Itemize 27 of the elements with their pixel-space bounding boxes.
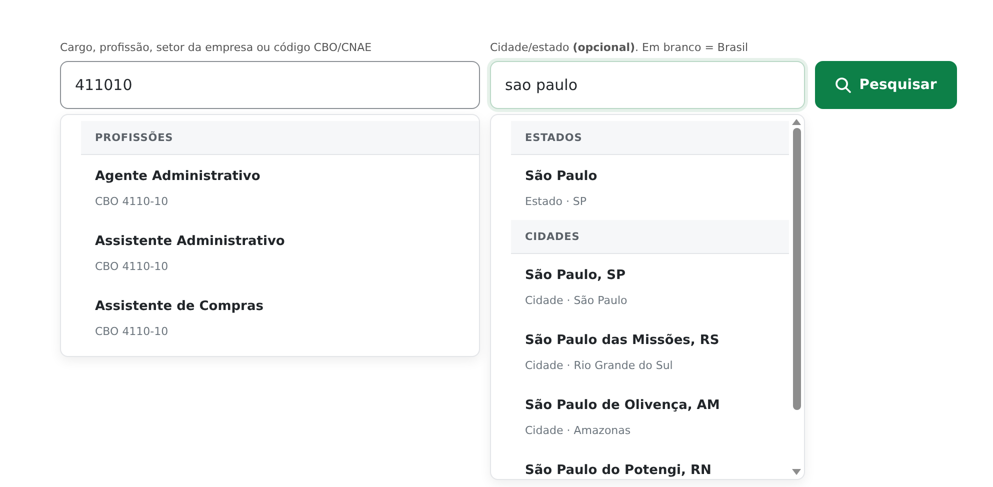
option-subtitle: Cidade · Amazonas: [525, 422, 632, 438]
field-label: Cidade/estado (opcional). Em branco = Brasil: [490, 40, 750, 54]
search-icon: [835, 77, 852, 93]
option-title[interactable]: São Paulo: [525, 167, 775, 186]
group-header: CIDADES: [511, 220, 789, 254]
option-title[interactable]: São Paulo, SP: [525, 266, 775, 286]
option-title[interactable]: Assistente Administrativo: [95, 232, 465, 252]
scroll-up-icon[interactable]: [792, 119, 801, 125]
option-title[interactable]: Agente Administrativo: [95, 167, 465, 186]
option-subtitle: CBO 4110-10: [95, 324, 170, 340]
option-title[interactable]: São Paulo das Missões, RS: [525, 331, 775, 350]
option-subtitle: Cidade · São Paulo: [525, 292, 628, 308]
option-title[interactable]: Assistente de Compras: [95, 297, 465, 316]
option-subtitle: Cidade · Rio Grande do Sul: [525, 358, 674, 374]
scroll-down-icon[interactable]: [792, 469, 801, 475]
field-label: Cargo, profissão, setor da empresa ou código CBO/CNAE: [60, 40, 373, 54]
search-button[interactable]: Pesquisar: [815, 61, 957, 109]
option-title[interactable]: São Paulo do Potengi, RN: [525, 461, 775, 479]
group-header: PROFISSÕES: [81, 121, 479, 155]
input-field[interactable]: 411010: [60, 61, 480, 109]
option-subtitle: CBO 4110-10: [95, 258, 170, 274]
option-subtitle: Estado · SP: [525, 194, 588, 210]
group-header: ESTADOS: [511, 121, 789, 155]
scrollbar-thumb[interactable]: [792, 128, 800, 410]
option-title[interactable]: São Paulo de Olivença, AM: [525, 396, 775, 416]
input-field[interactable]: sao paulo: [490, 61, 805, 109]
option-subtitle: CBO 4110-10: [95, 194, 170, 210]
